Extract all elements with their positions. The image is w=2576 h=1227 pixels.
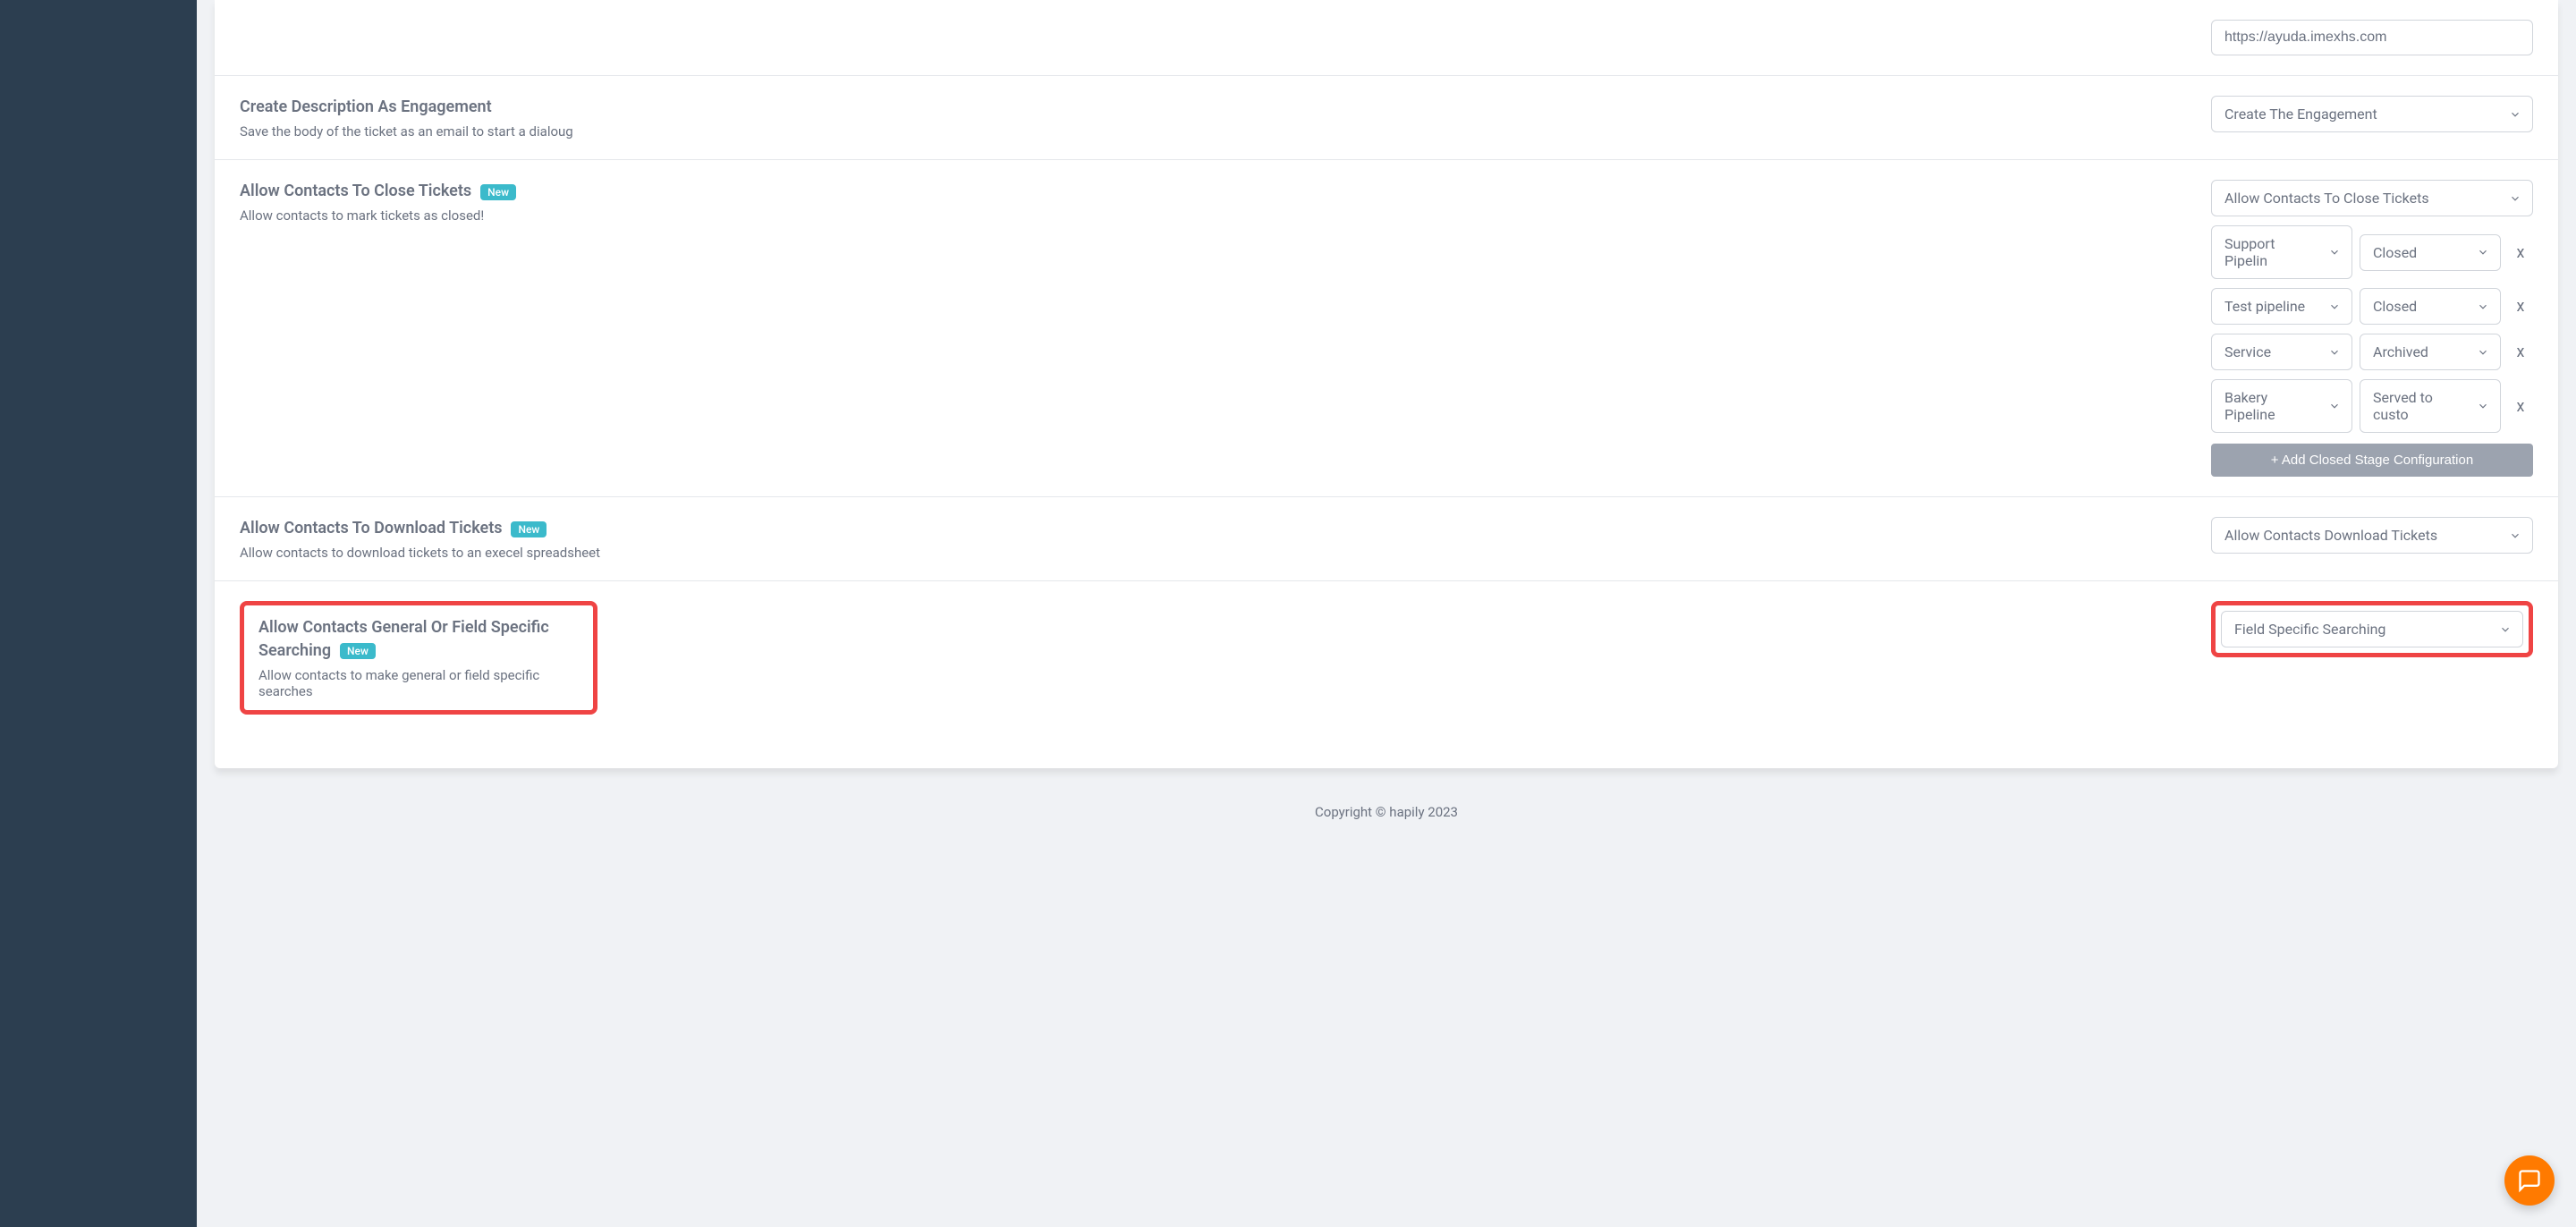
new-badge: New xyxy=(340,643,376,659)
stage-select[interactable]: Closed xyxy=(2360,234,2501,271)
select-value: Field Specific Searching xyxy=(2234,621,2385,638)
footer-copyright: Copyright © hapily 2023 xyxy=(215,768,2558,838)
select-value: Bakery Pipeline xyxy=(2224,389,2275,423)
stage-select[interactable]: Served to custo xyxy=(2360,379,2501,433)
highlight-annotation: Field Specific Searching xyxy=(2211,601,2533,657)
remove-row-button[interactable]: x xyxy=(2508,343,2533,361)
settings-card: Create Description As Engagement Save th… xyxy=(215,0,2558,768)
chevron-down-icon xyxy=(2328,346,2341,359)
remove-row-button[interactable]: x xyxy=(2508,297,2533,316)
pipeline-select[interactable]: Support Pipelin xyxy=(2211,225,2352,279)
select-value: Allow Contacts To Close Tickets xyxy=(2224,190,2429,207)
remove-row-button[interactable]: x xyxy=(2508,243,2533,262)
chevron-down-icon xyxy=(2328,400,2341,412)
main-content: Create Description As Engagement Save th… xyxy=(197,0,2576,1227)
setting-desc: Allow contacts to download tickets to an… xyxy=(240,545,2175,561)
new-badge: New xyxy=(511,521,547,537)
setting-row-url xyxy=(215,0,2558,75)
chevron-down-icon xyxy=(2477,246,2489,258)
download-tickets-select[interactable]: Allow Contacts Download Tickets xyxy=(2211,517,2533,554)
setting-desc: Allow contacts to make general or field … xyxy=(258,667,579,699)
url-input[interactable] xyxy=(2211,20,2533,55)
chevron-down-icon xyxy=(2477,300,2489,313)
select-value: Support Pipelin xyxy=(2224,235,2275,269)
highlight-annotation: Allow Contacts General Or Field Specific… xyxy=(240,601,597,714)
setting-row-download-tickets: Allow Contacts To Download Tickets New A… xyxy=(215,496,2558,580)
pipeline-row: Service Archived x xyxy=(2211,334,2533,370)
select-value: Closed xyxy=(2373,244,2417,261)
add-closed-stage-button[interactable]: + Add Closed Stage Configuration xyxy=(2211,444,2533,477)
setting-title: Allow Contacts To Download Tickets xyxy=(240,519,503,537)
setting-title: Allow Contacts General Or Field Specific… xyxy=(258,618,549,659)
searching-select[interactable]: Field Specific Searching xyxy=(2221,611,2523,647)
create-description-select[interactable]: Create The Engagement xyxy=(2211,96,2533,132)
chevron-down-icon xyxy=(2499,623,2512,636)
sidebar xyxy=(0,0,197,1227)
pipeline-select[interactable]: Bakery Pipeline xyxy=(2211,379,2352,433)
chat-widget-button[interactable] xyxy=(2504,1155,2555,1206)
select-value: Test pipeline xyxy=(2224,298,2305,315)
chat-icon xyxy=(2517,1168,2542,1193)
pipeline-row: Bakery Pipeline Served to custo x xyxy=(2211,379,2533,433)
pipeline-configurations: Support Pipelin Closed x Test pipeline xyxy=(2211,225,2533,433)
chevron-down-icon xyxy=(2477,346,2489,359)
select-value: Closed xyxy=(2373,298,2417,315)
select-value: Allow Contacts Download Tickets xyxy=(2224,527,2437,544)
chevron-down-icon xyxy=(2328,246,2341,258)
setting-row-searching: Allow Contacts General Or Field Specific… xyxy=(215,580,2558,767)
pipeline-row: Test pipeline Closed x xyxy=(2211,288,2533,325)
select-value: Service xyxy=(2224,343,2271,360)
select-value: Served to custo xyxy=(2373,389,2433,423)
chevron-down-icon xyxy=(2509,108,2521,121)
setting-desc: Save the body of the ticket as an email … xyxy=(240,123,2175,140)
chevron-down-icon xyxy=(2328,300,2341,313)
select-value: Create The Engagement xyxy=(2224,106,2377,123)
setting-row-create-description: Create Description As Engagement Save th… xyxy=(215,75,2558,159)
setting-row-close-tickets: Allow Contacts To Close Tickets New Allo… xyxy=(215,159,2558,496)
pipeline-select[interactable]: Service xyxy=(2211,334,2352,370)
setting-desc: Allow contacts to mark tickets as closed… xyxy=(240,207,2175,224)
setting-title: Create Description As Engagement xyxy=(240,97,492,116)
pipeline-row: Support Pipelin Closed x xyxy=(2211,225,2533,279)
new-badge: New xyxy=(480,184,516,200)
chevron-down-icon xyxy=(2509,529,2521,542)
stage-select[interactable]: Closed xyxy=(2360,288,2501,325)
select-value: Archived xyxy=(2373,343,2428,360)
pipeline-select[interactable]: Test pipeline xyxy=(2211,288,2352,325)
setting-title: Allow Contacts To Close Tickets xyxy=(240,182,471,200)
close-tickets-select[interactable]: Allow Contacts To Close Tickets xyxy=(2211,180,2533,216)
stage-select[interactable]: Archived xyxy=(2360,334,2501,370)
chevron-down-icon xyxy=(2509,192,2521,205)
chevron-down-icon xyxy=(2477,400,2489,412)
remove-row-button[interactable]: x xyxy=(2508,397,2533,416)
